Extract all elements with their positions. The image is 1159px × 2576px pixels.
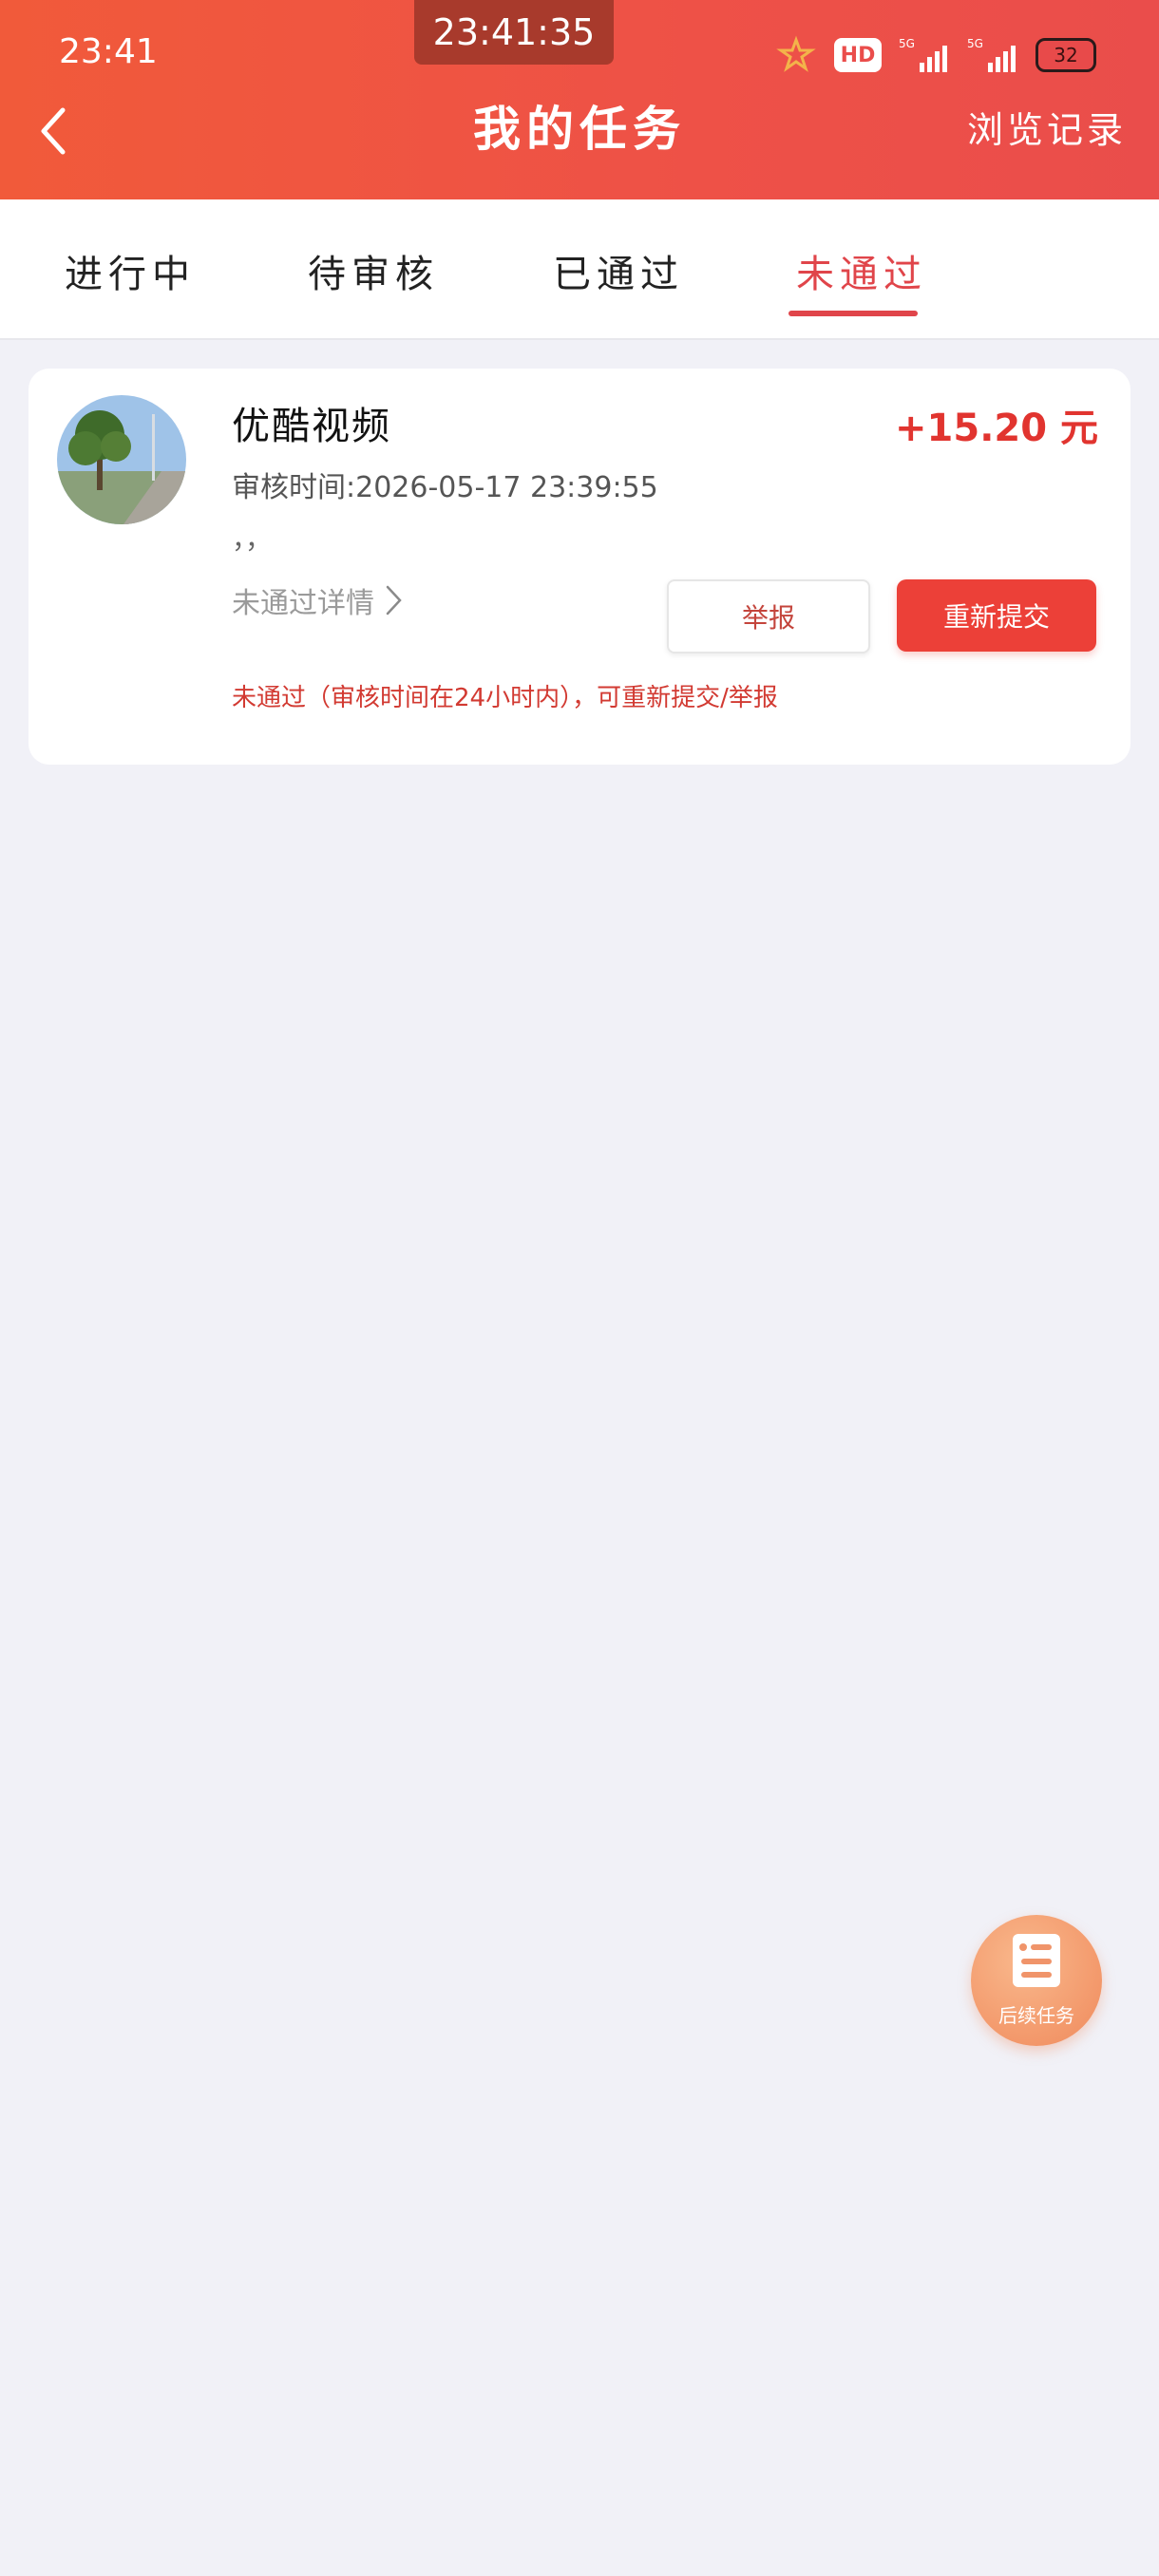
- review-time: 审核时间:2026-05-17 23:39:55: [232, 471, 658, 504]
- fail-notice: 未通过（审核时间在24小时内），可重新提交/举报: [232, 684, 778, 712]
- fail-detail-link[interactable]: 未通过详情: [232, 579, 403, 621]
- list-document-icon: [1013, 1934, 1060, 1987]
- active-tab-indicator: [788, 311, 918, 316]
- task-card[interactable]: 优酷视频 +15.20 元 审核时间:2026-05-17 23:39:55 ，…: [28, 369, 1130, 765]
- star-icon: [776, 35, 816, 72]
- resubmit-button[interactable]: 重新提交: [897, 579, 1096, 652]
- fail-detail-label: 未通过详情: [232, 587, 374, 620]
- landscape-image: [57, 395, 186, 524]
- report-button[interactable]: 举报: [667, 579, 870, 653]
- task-avatar: [57, 395, 186, 524]
- fab-label: 后续任务: [998, 2004, 1074, 2027]
- browse-history-link[interactable]: 浏览记录: [967, 101, 1127, 153]
- tab-in-progress[interactable]: 进行中: [65, 243, 196, 298]
- follow-up-task-button[interactable]: 后续任务: [971, 1915, 1102, 2046]
- task-note: ，，: [232, 523, 273, 555]
- network-label-1: 5G: [899, 37, 915, 50]
- signal-icon-2: 5G: [967, 37, 1016, 72]
- task-tabs: 进行中 待审核 已通过 未通过: [0, 199, 1159, 340]
- network-label-2: 5G: [967, 37, 983, 50]
- tab-approved[interactable]: 已通过: [553, 243, 684, 298]
- battery-icon: 32: [1036, 38, 1096, 72]
- signal-icon: 5G: [899, 37, 947, 72]
- task-reward: +15.20 元: [895, 407, 1098, 450]
- status-time: 23:41: [59, 32, 158, 71]
- floating-clock: 23:41:35: [414, 0, 614, 65]
- tab-rejected[interactable]: 未通过: [796, 243, 927, 298]
- app-header: 23:41 23:41:35 HD 5G 5G 32 我的任务 浏览记录: [0, 0, 1159, 199]
- task-name: 优酷视频: [232, 405, 391, 448]
- tab-pending-review[interactable]: 待审核: [308, 243, 439, 298]
- chevron-right-icon: [386, 585, 402, 616]
- hd-icon: HD: [834, 38, 882, 72]
- status-icons: HD 5G 5G 32: [775, 34, 1096, 76]
